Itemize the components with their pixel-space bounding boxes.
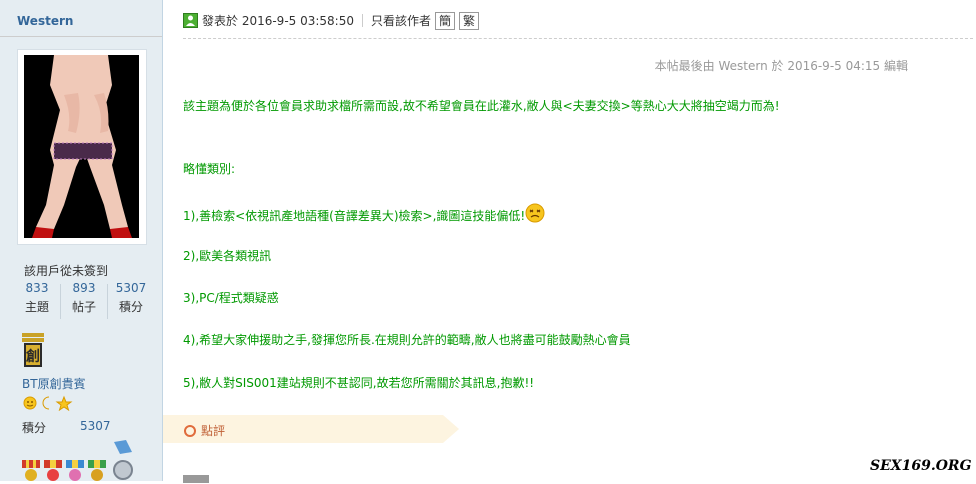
post-paragraph: 4),希望大家伸援助之手,發揮您所長.在規則允許的範疇,敝人也將盡可能鼓勵熱心會… (183, 333, 631, 347)
avatar-image (24, 55, 139, 238)
divider (362, 14, 363, 27)
stat-threads-label: 主題 (24, 300, 49, 314)
post-paragraph: 5),敝人對SIS001建站規則不甚認同,故若您所需關於其訊息,抱歉!! (183, 376, 535, 390)
avatar[interactable] (17, 49, 147, 245)
post-paragraph: 2),歐美各類視訊 (183, 249, 272, 263)
usergroup-link[interactable]: BT原創貴賓 (22, 375, 86, 392)
post-paragraph: 3),PC/程式類疑惑 (183, 291, 279, 305)
moon-icon (42, 396, 50, 410)
post-paragraph-with-emoji: 1),善檢索<依視訊產地語種(音譯差異大)檢索>,識圖這技能偏低! (183, 203, 545, 226)
rate-label[interactable]: 點評 (201, 422, 225, 439)
comment-avatar (183, 475, 209, 483)
sidebar-divider (0, 36, 162, 37)
svg-text:創: 創 (25, 348, 40, 365)
medals-row (22, 440, 142, 481)
post-time: 發表於 2016-9-5 03:58:50 (202, 14, 354, 28)
medal-icon (113, 440, 133, 480)
stat-threads[interactable]: 833 主題 (14, 281, 60, 315)
stat-threads-value[interactable]: 833 (14, 281, 60, 295)
stat-score[interactable]: 5307 積分 (108, 281, 154, 315)
post-info-bar: 發表於 2016-9-5 03:58:50 只看該作者簡繁 (183, 11, 480, 31)
author-sidebar: Western 該用戶從未簽到 833 主題 893 帖子 5307 積分 創 … (0, 0, 163, 481)
score-value[interactable]: 5307 (80, 419, 111, 433)
rate-icon (184, 425, 196, 437)
author-stats: 833 主題 893 帖子 5307 積分 (14, 281, 154, 323)
sun-icon (23, 396, 37, 410)
star-icon (55, 395, 73, 412)
post-paragraph: 略懂類別: (183, 162, 236, 176)
dizzy-face-icon (525, 203, 545, 226)
simplified-button[interactable]: 簡 (435, 12, 456, 30)
stat-posts-label: 帖子 (71, 300, 96, 314)
traditional-button[interactable]: 繁 (459, 12, 480, 30)
post-divider (183, 38, 973, 39)
stat-score-value[interactable]: 5307 (108, 281, 154, 295)
watermark: SEX169.ORG (870, 455, 972, 477)
last-edit-note: 本帖最後由 Western 於 2016-9-5 04:15 編輯 (654, 59, 908, 73)
stat-posts[interactable]: 893 帖子 (61, 281, 107, 315)
medal-icon (88, 460, 106, 481)
post-main: 發表於 2016-9-5 03:58:50 只看該作者簡繁 本帖最後由 Weste… (163, 0, 976, 483)
medal-icon (22, 460, 40, 481)
online-status-icon (183, 13, 198, 28)
medal-icon (44, 460, 62, 481)
post-paragraph: 1),善檢索<依視訊產地語種(音譯差異大)檢索>,識圖這技能偏低! (183, 209, 526, 223)
score-label: 積分 (22, 421, 47, 435)
stat-posts-value[interactable]: 893 (61, 281, 107, 295)
level-stars (22, 395, 74, 414)
signin-status: 該用戶從未簽到 (24, 264, 109, 278)
author-only-link[interactable]: 只看該作者 (371, 14, 431, 28)
stat-score-label: 積分 (118, 300, 143, 314)
medal-icon (66, 460, 84, 481)
author-name-link[interactable]: Western (17, 14, 73, 28)
rank-icon: 創 (22, 333, 44, 367)
post-paragraph: 該主題為便於各位會員求助求檔所需而設,故不希望會員在此灌水,敝人與<夫妻交換>等… (183, 99, 780, 113)
